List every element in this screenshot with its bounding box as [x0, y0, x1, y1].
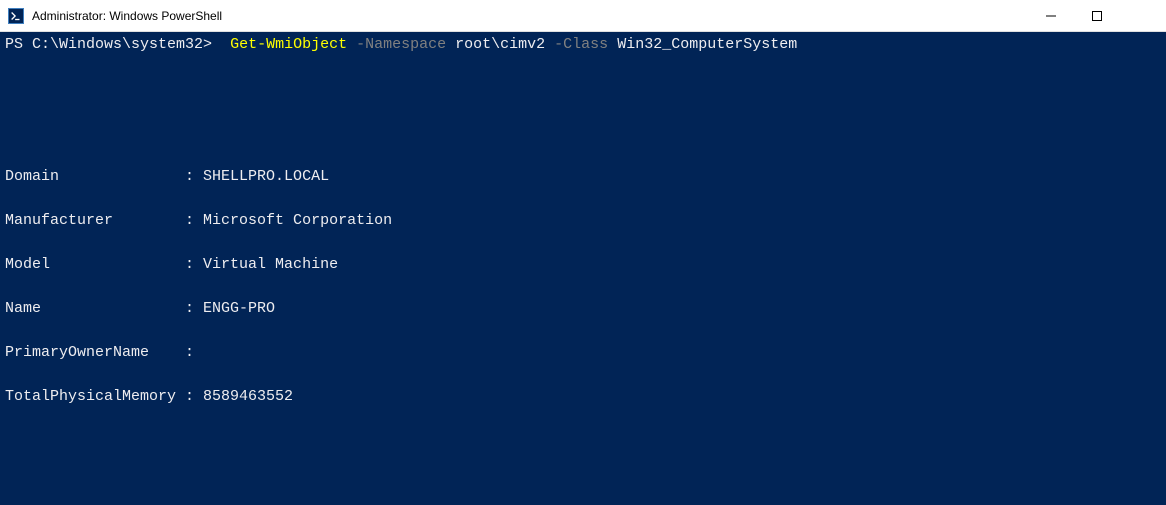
- output-row: Model : Virtual Machine: [5, 254, 1161, 276]
- minimize-button[interactable]: [1028, 0, 1074, 32]
- window-title: Administrator: Windows PowerShell: [32, 9, 222, 23]
- maximize-button[interactable]: [1074, 0, 1120, 32]
- param-class: -Class: [554, 36, 608, 53]
- terminal-area[interactable]: PS C:\Windows\system32> Get-WmiObject -N…: [0, 32, 1166, 505]
- output-row: Domain : SHELLPRO.LOCAL: [5, 166, 1161, 188]
- window-controls: [1028, 0, 1166, 32]
- output-row: TotalPhysicalMemory : 8589463552: [5, 386, 1161, 408]
- param-namespace: -Namespace: [356, 36, 446, 53]
- output-row: Manufacturer : Microsoft Corporation: [5, 210, 1161, 232]
- output-row: PrimaryOwnerName :: [5, 342, 1161, 364]
- title-left: Administrator: Windows PowerShell: [8, 8, 222, 24]
- title-bar: Administrator: Windows PowerShell: [0, 0, 1166, 32]
- val-namespace: root\cimv2: [455, 36, 545, 53]
- powershell-icon: [8, 8, 24, 24]
- prompt: PS C:\Windows\system32>: [5, 36, 212, 53]
- val-class: Win32_ComputerSystem: [617, 36, 797, 53]
- output-row: Name : ENGG-PRO: [5, 298, 1161, 320]
- cmdlet: Get-WmiObject: [230, 36, 347, 53]
